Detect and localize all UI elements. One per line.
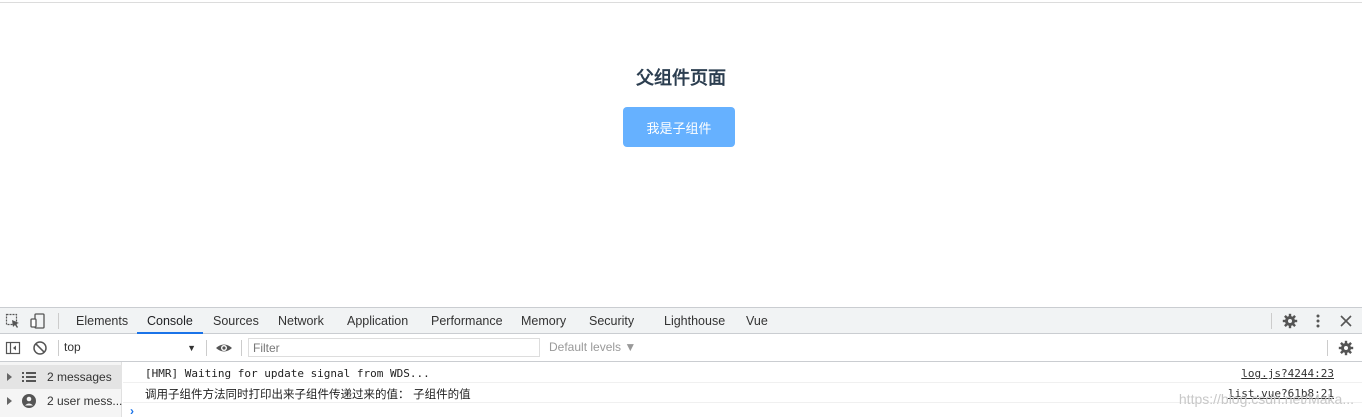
- sidebar-toggle-icon[interactable]: [5, 340, 21, 356]
- console-prompt-icon[interactable]: ›: [130, 404, 134, 418]
- dropdown-arrow-icon: ▼: [187, 343, 196, 353]
- filter-input[interactable]: Filter: [248, 338, 540, 357]
- context-selector[interactable]: top ▼: [64, 340, 204, 356]
- tab-memory[interactable]: Memory: [521, 308, 566, 334]
- console-sidebar: 2 messages 2 user mess...: [0, 362, 122, 417]
- sidebar-item-user-messages[interactable]: 2 user mess...: [0, 389, 122, 413]
- live-expression-eye-icon[interactable]: [215, 340, 233, 356]
- toolbar-separator: [1327, 340, 1328, 356]
- device-toggle-icon[interactable]: [30, 313, 46, 329]
- console-message: 调用子组件方法同时打印出来子组件传递过来的值： 子组件的值 list.vue?6…: [123, 383, 1362, 403]
- list-icon: [22, 372, 36, 382]
- watermark: https://blog.csdn.net/Maka...: [1178, 391, 1354, 407]
- toolbar-separator: [1271, 313, 1272, 329]
- sidebar-item-label: 2 messages: [47, 370, 112, 384]
- clear-console-icon[interactable]: [32, 340, 48, 356]
- page-title: 父组件页面: [636, 68, 726, 89]
- console-message-source-link[interactable]: log.js?4244:23: [1241, 367, 1334, 380]
- tab-lighthouse[interactable]: Lighthouse: [664, 308, 725, 334]
- tab-performance[interactable]: Performance: [431, 308, 503, 334]
- tab-elements[interactable]: Elements: [76, 308, 128, 334]
- toolbar-separator: [58, 340, 59, 356]
- tab-network[interactable]: Network: [278, 308, 324, 334]
- devtools-panel: Elements Console Sources Network Applica…: [0, 307, 1362, 418]
- tab-security[interactable]: Security: [589, 308, 634, 334]
- sidebar-item-label: 2 user mess...: [47, 394, 123, 408]
- console-message: [HMR] Waiting for update signal from WDS…: [123, 363, 1362, 383]
- tab-application[interactable]: Application: [347, 308, 408, 334]
- expand-arrow-icon: [7, 373, 12, 381]
- toolbar-separator: [206, 340, 207, 356]
- toolbar-separator: [241, 340, 242, 356]
- inspect-element-icon[interactable]: [5, 313, 21, 329]
- log-levels-dropdown[interactable]: Default levels ▼: [549, 340, 636, 354]
- sidebar-item-messages[interactable]: 2 messages: [0, 365, 122, 389]
- tab-sources[interactable]: Sources: [213, 308, 259, 334]
- console-toolbar: top ▼ Filter Default levels ▼: [0, 334, 1362, 362]
- console-settings-gear-icon[interactable]: [1338, 340, 1354, 356]
- expand-arrow-icon: [7, 397, 12, 405]
- close-icon[interactable]: [1338, 313, 1354, 329]
- context-selector-value: top: [64, 340, 81, 354]
- devtools-tabbar: Elements Console Sources Network Applica…: [0, 307, 1362, 334]
- user-icon: [22, 394, 36, 408]
- settings-gear-icon[interactable]: [1282, 313, 1298, 329]
- tab-console[interactable]: Console: [137, 308, 203, 334]
- toolbar-separator: [58, 313, 59, 329]
- child-component-button[interactable]: 我是子组件: [623, 107, 735, 147]
- console-message-text: [HMR] Waiting for update signal from WDS…: [145, 367, 430, 380]
- console-message-text: 调用子组件方法同时打印出来子组件传递过来的值： 子组件的值: [145, 387, 471, 401]
- tab-vue[interactable]: Vue: [746, 308, 768, 334]
- more-options-icon[interactable]: [1310, 313, 1326, 329]
- page-top-border: [0, 2, 1362, 3]
